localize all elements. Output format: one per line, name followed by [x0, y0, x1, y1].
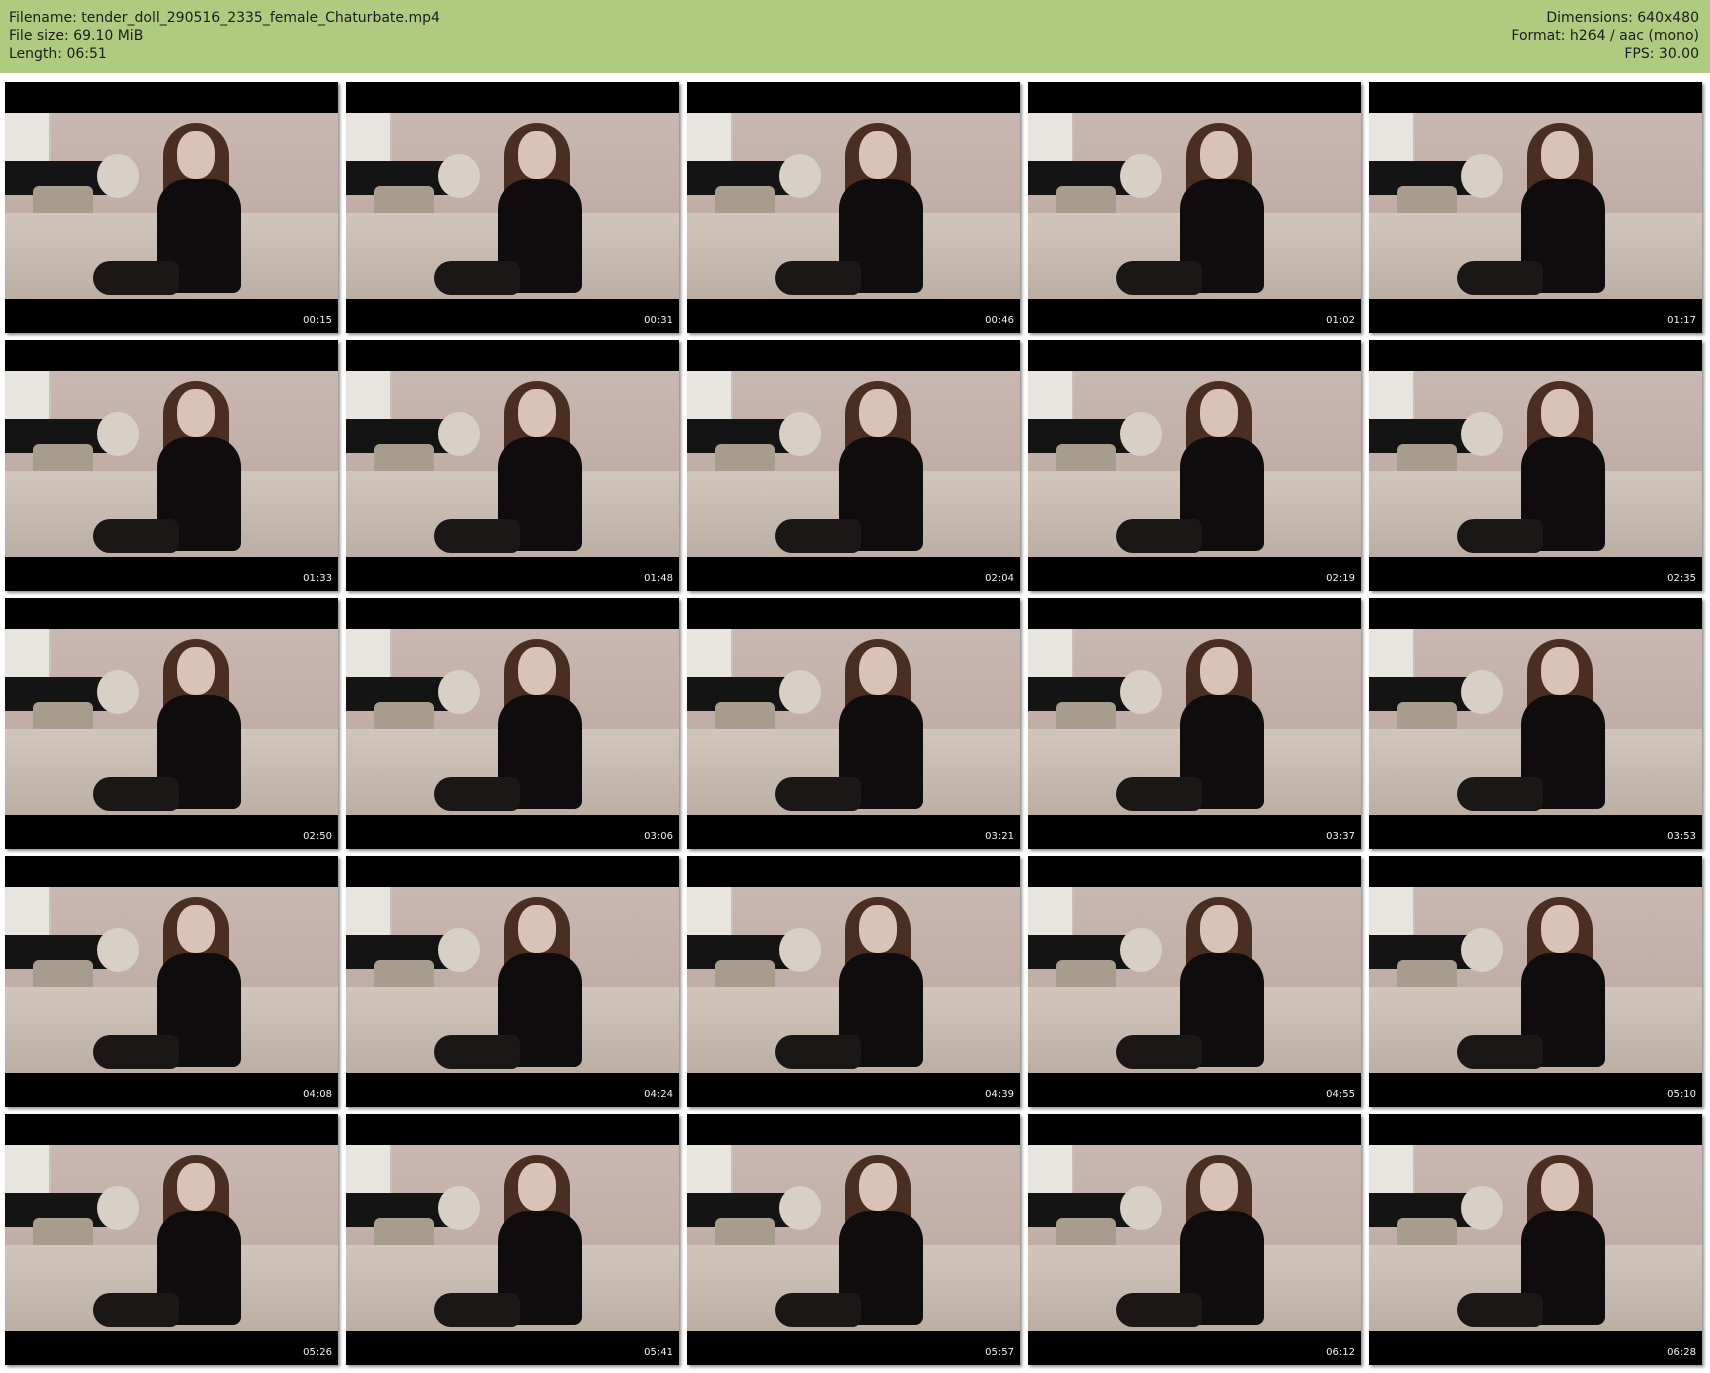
video-frame — [1369, 371, 1702, 557]
video-frame — [1028, 113, 1361, 299]
thumbnail[interactable]: 00:31 — [346, 82, 679, 333]
thumbnail[interactable]: 03:21 — [687, 598, 1020, 849]
thumbnail[interactable]: 06:28 — [1369, 1114, 1702, 1365]
thumbnail[interactable]: 01:48 — [346, 340, 679, 591]
timestamp-label: 05:41 — [644, 1347, 673, 1358]
video-frame — [5, 887, 338, 1073]
thumbnail[interactable]: 03:37 — [1028, 598, 1361, 849]
video-frame — [346, 1145, 679, 1331]
timestamp-label: 00:46 — [985, 315, 1014, 326]
thumbnail[interactable]: 06:12 — [1028, 1114, 1361, 1365]
timestamp-label: 00:31 — [644, 315, 673, 326]
thumbnail[interactable]: 03:53 — [1369, 598, 1702, 849]
thumbnail[interactable]: 05:26 — [5, 1114, 338, 1365]
thumbnail[interactable]: 04:55 — [1028, 856, 1361, 1107]
video-frame — [346, 629, 679, 815]
thumbnail[interactable]: 02:04 — [687, 340, 1020, 591]
thumbnail[interactable]: 00:46 — [687, 82, 1020, 333]
video-frame — [5, 371, 338, 557]
thumbnail[interactable]: 01:33 — [5, 340, 338, 591]
video-frame — [1369, 887, 1702, 1073]
video-frame — [5, 1145, 338, 1331]
video-frame — [5, 629, 338, 815]
timestamp-label: 03:06 — [644, 831, 673, 842]
video-frame — [1369, 1145, 1702, 1331]
thumbnail[interactable]: 04:39 — [687, 856, 1020, 1107]
timestamp-label: 06:12 — [1326, 1347, 1355, 1358]
timestamp-label: 01:33 — [303, 573, 332, 584]
video-frame — [1369, 629, 1702, 815]
thumbnail[interactable]: 01:02 — [1028, 82, 1361, 333]
video-frame — [1028, 1145, 1361, 1331]
thumbnail[interactable]: 04:24 — [346, 856, 679, 1107]
timestamp-label: 03:21 — [985, 831, 1014, 842]
thumbnail[interactable]: 04:08 — [5, 856, 338, 1107]
timestamp-label: 04:55 — [1326, 1089, 1355, 1100]
video-frame — [346, 887, 679, 1073]
video-frame — [687, 113, 1020, 299]
timestamp-label: 06:28 — [1667, 1347, 1696, 1358]
video-frame — [5, 113, 338, 299]
video-frame — [1369, 113, 1702, 299]
video-frame — [687, 1145, 1020, 1331]
timestamp-label: 05:10 — [1667, 1089, 1696, 1100]
thumbnail[interactable]: 02:35 — [1369, 340, 1702, 591]
video-frame — [1028, 629, 1361, 815]
thumbnail-grid: 00:15 00:31 00:46 01:02 01:17 01:33 01:4… — [0, 0, 1710, 1373]
timestamp-label: 04:08 — [303, 1089, 332, 1100]
video-frame — [687, 887, 1020, 1073]
timestamp-label: 02:50 — [303, 831, 332, 842]
timestamp-label: 03:37 — [1326, 831, 1355, 842]
timestamp-label: 05:26 — [303, 1347, 332, 1358]
timestamp-label: 04:24 — [644, 1089, 673, 1100]
thumbnail[interactable]: 05:41 — [346, 1114, 679, 1365]
video-frame — [687, 629, 1020, 815]
timestamp-label: 02:19 — [1326, 573, 1355, 584]
timestamp-label: 00:15 — [303, 315, 332, 326]
thumbnail[interactable]: 02:19 — [1028, 340, 1361, 591]
thumbnail[interactable]: 03:06 — [346, 598, 679, 849]
video-frame — [1028, 887, 1361, 1073]
timestamp-label: 02:35 — [1667, 573, 1696, 584]
thumbnail[interactable]: 05:10 — [1369, 856, 1702, 1107]
video-frame — [687, 371, 1020, 557]
thumbnail[interactable]: 05:57 — [687, 1114, 1020, 1365]
thumbnail[interactable]: 01:17 — [1369, 82, 1702, 333]
video-frame — [1028, 371, 1361, 557]
timestamp-label: 02:04 — [985, 573, 1014, 584]
thumbnail[interactable]: 00:15 — [5, 82, 338, 333]
thumbnail[interactable]: 02:50 — [5, 598, 338, 849]
video-frame — [346, 113, 679, 299]
timestamp-label: 01:48 — [644, 573, 673, 584]
timestamp-label: 05:57 — [985, 1347, 1014, 1358]
video-frame — [346, 371, 679, 557]
timestamp-label: 04:39 — [985, 1089, 1014, 1100]
timestamp-label: 03:53 — [1667, 831, 1696, 842]
timestamp-label: 01:02 — [1326, 315, 1355, 326]
timestamp-label: 01:17 — [1667, 315, 1696, 326]
